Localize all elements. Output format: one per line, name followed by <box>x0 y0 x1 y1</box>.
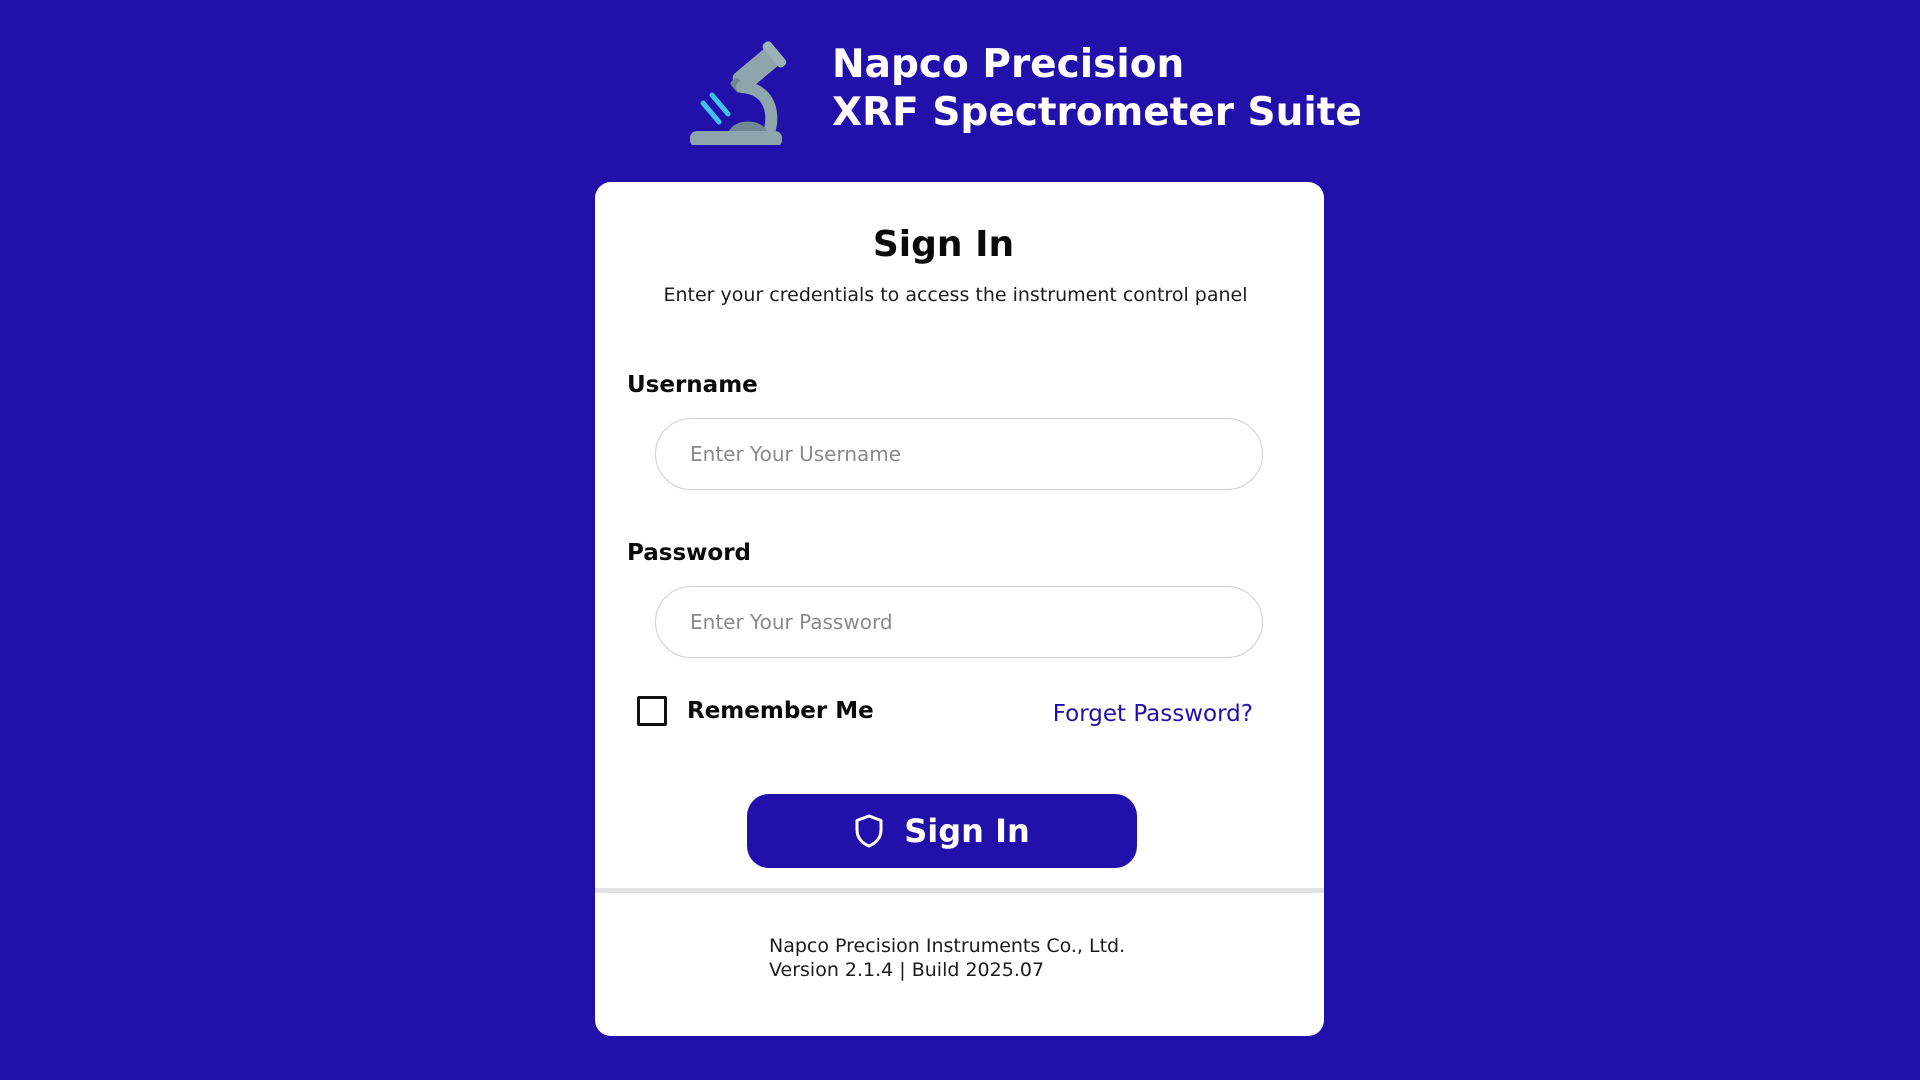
page-title: Sign In <box>872 224 1015 265</box>
password-input[interactable] <box>655 586 1263 658</box>
shield-icon <box>854 814 884 848</box>
footer: Napco Precision Instruments Co., Ltd. Ve… <box>769 934 1125 982</box>
footer-company: Napco Precision Instruments Co., Ltd. <box>769 935 1126 957</box>
app-title-line1: Napco Precision <box>832 42 1185 87</box>
remember-me-option[interactable]: Remember Me <box>637 696 874 726</box>
app-title-line2: XRF Spectrometer Suite <box>832 90 1362 135</box>
remember-me-label: Remember Me <box>687 698 874 724</box>
app-header: Napco Precision XRF Spectrometer Suite <box>690 30 1362 148</box>
username-label: Username <box>627 372 758 398</box>
footer-version: Version 2.1.4 | Build 2025.07 <box>769 959 1045 981</box>
sign-in-button-label: Sign In <box>904 812 1030 850</box>
app-title: Napco Precision XRF Spectrometer Suite <box>832 41 1362 137</box>
login-subtitle: Enter your credentials to access the ins… <box>663 284 1248 306</box>
divider <box>595 888 1324 893</box>
password-label: Password <box>627 540 751 566</box>
login-card: Sign In Enter your credentials to access… <box>595 182 1324 1036</box>
remember-me-checkbox[interactable] <box>637 696 667 726</box>
sign-in-button[interactable]: Sign In <box>747 794 1137 868</box>
forgot-password-link[interactable]: Forget Password? <box>1053 701 1253 727</box>
microscope-icon <box>690 41 787 145</box>
username-input[interactable] <box>655 418 1263 490</box>
